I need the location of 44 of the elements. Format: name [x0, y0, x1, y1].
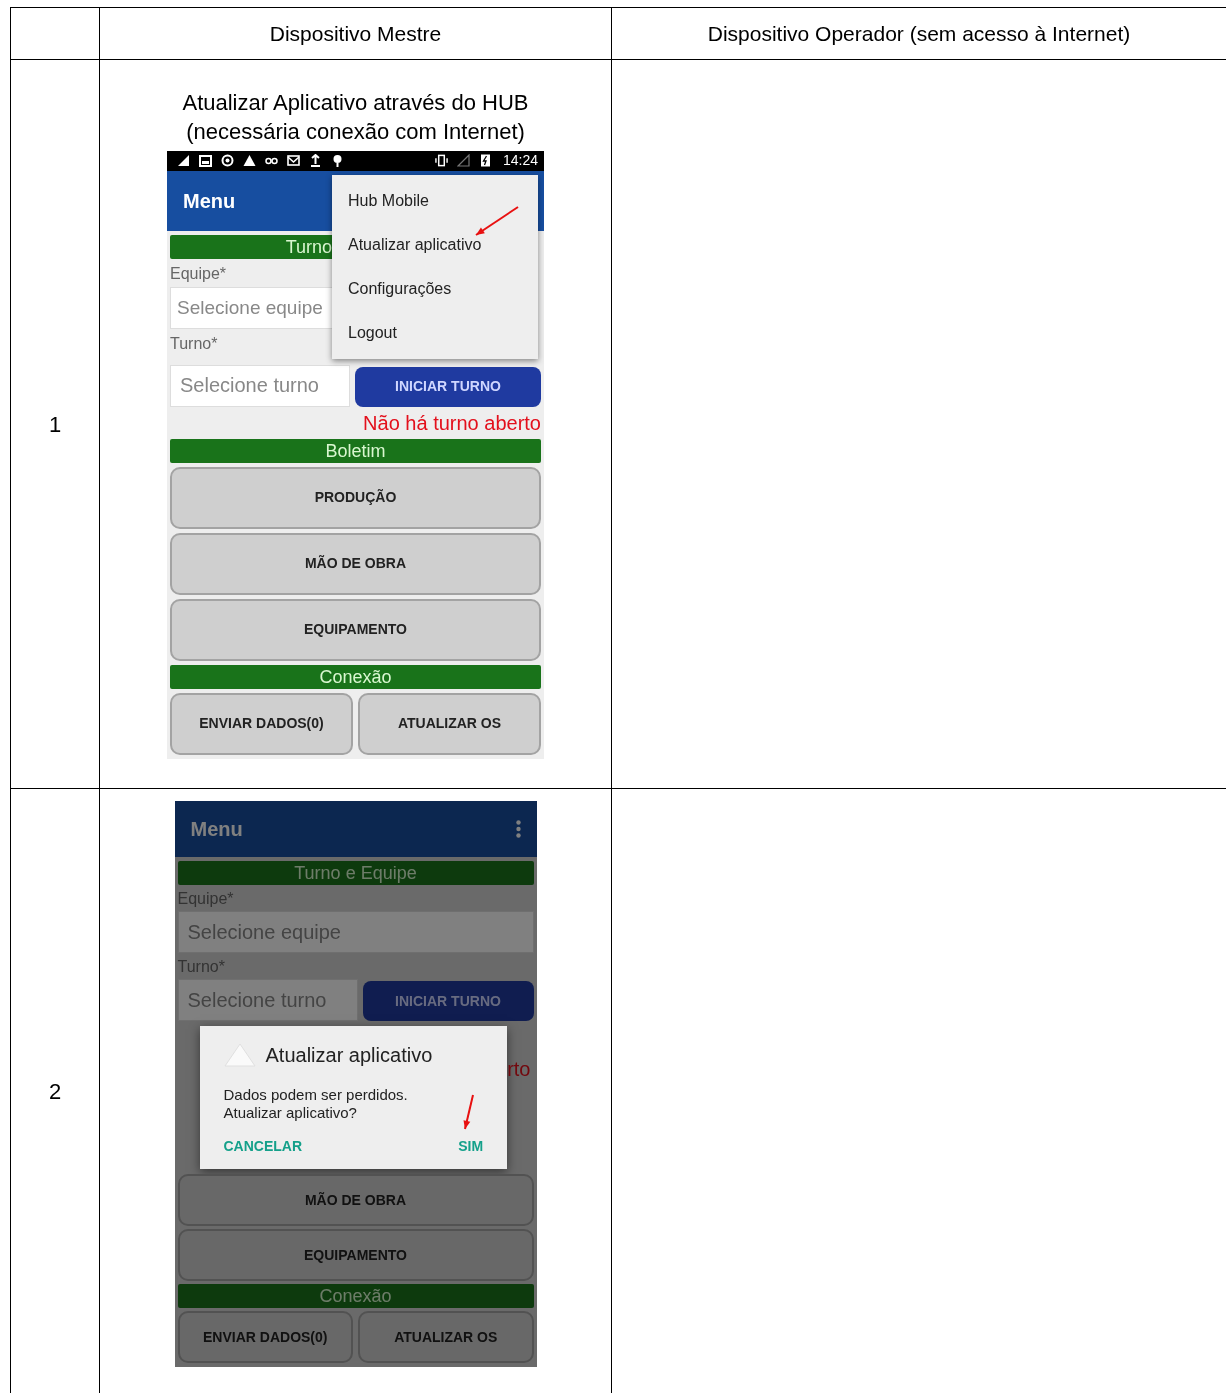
menu-button[interactable]: MÃO DE OBRA: [170, 532, 541, 595]
overflow-menu-icon: [515, 820, 521, 838]
step-number: 1: [48, 411, 62, 437]
warning-icon: [243, 154, 256, 168]
upload-icon: [309, 154, 322, 168]
menu-item[interactable]: Atualizar aplicativo: [332, 222, 538, 267]
app-title: Menu: [190, 817, 243, 842]
field-label: Equipe*: [170, 264, 228, 283]
start-shift-button[interactable]: INICIAR TURNO: [355, 366, 541, 407]
section-header: Conexão: [170, 664, 541, 689]
column-header: Dispositivo Mestre: [269, 21, 442, 45]
image-icon: [199, 154, 212, 168]
dialog-title: Atualizar aplicativo: [265, 1043, 433, 1068]
pin-icon: [331, 154, 344, 168]
action-button[interactable]: ATUALIZAR OS: [358, 692, 541, 755]
warning-icon: [223, 1042, 256, 1068]
menu-button[interactable]: EQUIPAMENTO: [170, 598, 541, 661]
section-header: Conexão: [177, 1284, 534, 1308]
select-field[interactable]: Selecione turno: [177, 979, 358, 1021]
section-header: Turno: [170, 234, 334, 259]
dialog-message: Dados podem ser perdidos. Atualizar aplicativo?: [223, 1086, 408, 1122]
status-message: rto: [507, 1057, 532, 1082]
menu-item[interactable]: Hub Mobile: [332, 178, 538, 223]
action-button[interactable]: ENVIAR DADOS(0): [170, 692, 353, 755]
signal-icon: [456, 154, 470, 168]
column-header: Dispositivo Operador (sem acesso à Internet): [707, 21, 1131, 45]
select-field[interactable]: Selecione turno: [170, 364, 350, 407]
field-label: Turno*: [170, 334, 219, 353]
menu-item[interactable]: Logout: [332, 310, 538, 355]
step-caption: Atualizar Aplicativo através do HUB (necessária conexão com Internet): [181, 89, 530, 146]
mail-icon: [287, 154, 300, 168]
status-message: Não há turno aberto: [362, 410, 541, 435]
select-field[interactable]: Selecione equipe: [170, 286, 334, 329]
menu-item[interactable]: Configurações: [332, 266, 538, 311]
vibrate-icon: [434, 154, 448, 168]
section-header: Turno e Equipe: [177, 861, 534, 885]
menu-button[interactable]: PRODUÇÃO: [170, 466, 541, 529]
step-number: 2: [48, 1079, 62, 1104]
status-time: 14:24: [502, 151, 538, 171]
signal-icon: [177, 154, 190, 168]
battery-icon: [478, 154, 492, 168]
app-title: Menu: [183, 188, 236, 214]
section-header: Boletim: [170, 438, 541, 463]
select-field[interactable]: Selecione equipe: [177, 911, 534, 953]
